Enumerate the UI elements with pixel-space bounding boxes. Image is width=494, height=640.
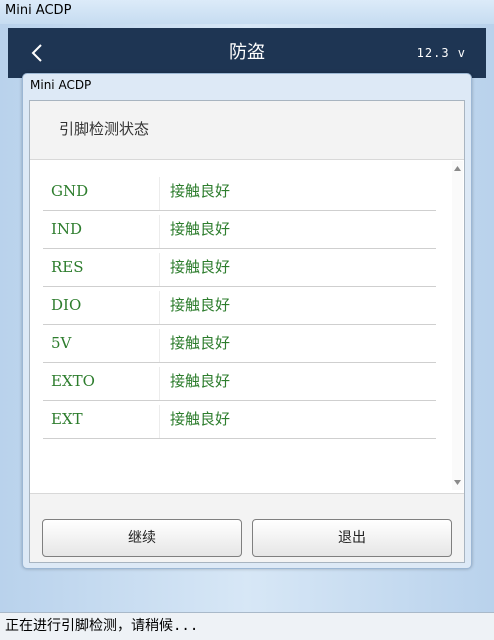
voltage-readout: 12.3 v	[416, 46, 466, 60]
column-divider	[159, 405, 160, 438]
exit-button[interactable]: 退出	[252, 519, 452, 557]
status-bar: 正在进行引脚检测，请稍候...	[0, 612, 494, 640]
pin-name: 5V	[51, 334, 72, 352]
list-item: EXTO 接触良好	[43, 363, 436, 401]
continue-button[interactable]: 继续	[42, 519, 242, 557]
list-item: DIO 接触良好	[43, 287, 436, 325]
page-title: 防盗	[229, 42, 265, 63]
column-divider	[159, 177, 160, 210]
pin-status: 接触良好	[170, 334, 231, 352]
pin-status: 接触良好	[170, 372, 231, 390]
column-divider	[159, 291, 160, 324]
pin-name: RES	[51, 258, 84, 276]
pin-status: 接触良好	[170, 220, 231, 238]
dialog-body: 引脚检测状态 GND 接触良好 IND 接触良好 RES 接触良好 DIO 接触…	[29, 100, 465, 563]
column-divider	[159, 367, 160, 400]
pin-name: EXT	[51, 410, 83, 428]
panel-heading: 引脚检测状态	[59, 120, 150, 138]
pin-name: GND	[51, 182, 89, 200]
dialog-title: Mini ACDP	[30, 78, 92, 92]
list-item: IND 接触良好	[43, 211, 436, 249]
column-divider	[159, 253, 160, 286]
list-item: EXT 接触良好	[43, 401, 436, 439]
triangle-up-icon[interactable]	[453, 164, 462, 173]
pin-name: IND	[51, 220, 83, 238]
list-item: 5V 接触良好	[43, 325, 436, 363]
pin-name: DIO	[51, 296, 82, 314]
window-title: Mini ACDP	[5, 3, 72, 18]
column-divider	[159, 329, 160, 362]
list-item: RES 接触良好	[43, 249, 436, 287]
list-scrollbar[interactable]	[452, 161, 463, 490]
pin-check-dialog: Mini ACDP 引脚检测状态 GND 接触良好 IND 接触良好 RES 接…	[22, 73, 472, 569]
app-header: 防盗 12.3 v	[8, 28, 486, 78]
pin-name: EXTO	[51, 372, 95, 390]
pin-status: 接触良好	[170, 410, 231, 428]
pin-status-list: GND 接触良好 IND 接触良好 RES 接触良好 DIO 接触良好 5V 接…	[30, 159, 464, 494]
triangle-down-icon[interactable]	[453, 478, 462, 487]
list-item: GND 接触良好	[43, 173, 436, 211]
pin-status: 接触良好	[170, 296, 231, 314]
pin-status: 接触良好	[170, 182, 231, 200]
status-message: 正在进行引脚检测，请稍候...	[5, 618, 199, 634]
pin-status: 接触良好	[170, 258, 231, 276]
column-divider	[159, 215, 160, 248]
window-titlebar: Mini ACDP	[0, 0, 494, 24]
